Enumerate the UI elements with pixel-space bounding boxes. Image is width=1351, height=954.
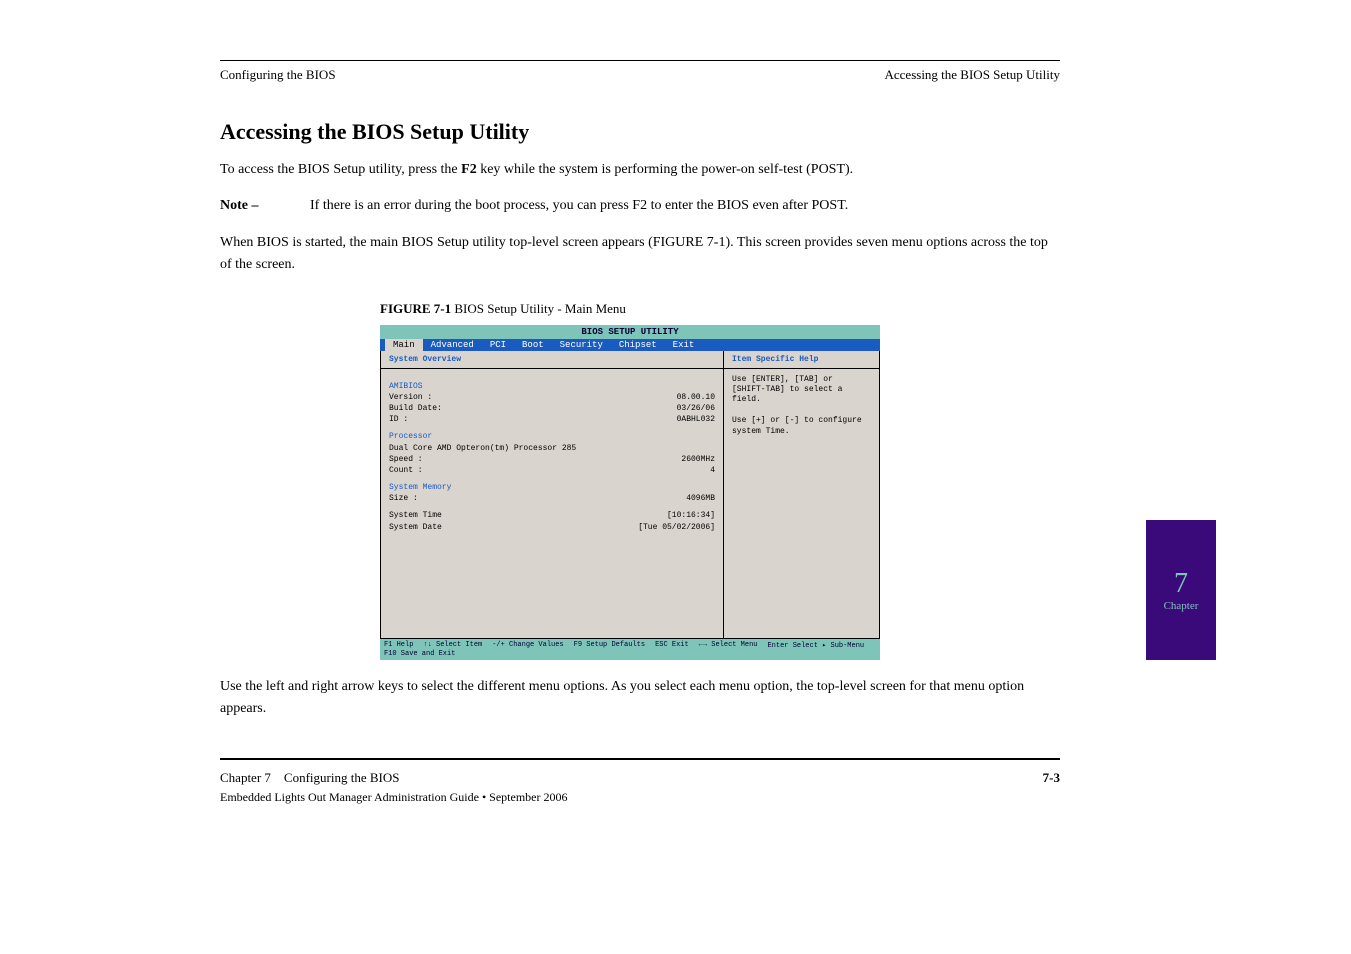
tab-pci[interactable]: PCI bbox=[482, 339, 514, 351]
bios-footer: F1 Help ↑↓ Select Item -/+ Change Values… bbox=[380, 639, 880, 660]
tab-advanced[interactable]: Advanced bbox=[423, 339, 482, 351]
note-label: Note – bbox=[220, 195, 259, 217]
bios-left-header: System Overview bbox=[381, 351, 724, 368]
tab-exit[interactable]: Exit bbox=[665, 339, 703, 351]
header-right: Accessing the BIOS Setup Utility bbox=[885, 67, 1061, 83]
tab-main[interactable]: Main bbox=[380, 339, 423, 351]
bios-tabs: Main Advanced PCI Boot Security Chipset … bbox=[380, 339, 880, 351]
tab-chipset[interactable]: Chipset bbox=[611, 339, 665, 351]
chapter-tab: 7 Chapter bbox=[1146, 520, 1216, 660]
header-left: Configuring the BIOS bbox=[220, 67, 336, 83]
intro-paragraph: To access the BIOS Setup utility, press … bbox=[220, 159, 1060, 181]
figure-caption: FIGURE 7-1 BIOS Setup Utility - Main Men… bbox=[220, 301, 1060, 317]
footer-doc: Embedded Lights Out Manager Administrati… bbox=[220, 790, 1060, 805]
system-date-field[interactable]: [Tue 05/02/2006] bbox=[638, 522, 715, 533]
footer-chapter: Chapter 7 bbox=[220, 770, 271, 785]
trailing-paragraph: Use the left and right arrow keys to sel… bbox=[220, 676, 1060, 721]
bios-screenshot: BIOS SETUP UTILITY Main Advanced PCI Boo… bbox=[380, 325, 880, 660]
bios-left-panel: AMIBIOS Version :08.00.10 Build Date:03/… bbox=[381, 369, 724, 638]
system-time-field[interactable]: [10:16:34] bbox=[667, 510, 715, 521]
bios-right-header: Item Specific Help bbox=[724, 351, 879, 368]
note-text: If there is an error during the boot pro… bbox=[310, 198, 848, 213]
note-block: Note – If there is an error during the b… bbox=[220, 195, 1060, 217]
footer-title: Configuring the BIOS bbox=[284, 770, 400, 785]
footer-page: 7-3 bbox=[1043, 770, 1060, 786]
tab-boot[interactable]: Boot bbox=[514, 339, 552, 351]
bios-help-panel: Use [ENTER], [TAB] or [SHIFT-TAB] to sel… bbox=[724, 369, 879, 638]
tab-security[interactable]: Security bbox=[552, 339, 611, 351]
paragraph-2: When BIOS is started, the main BIOS Setu… bbox=[220, 232, 1060, 277]
bios-title: BIOS SETUP UTILITY bbox=[380, 325, 880, 339]
section-heading: Accessing the BIOS Setup Utility bbox=[220, 119, 1060, 145]
